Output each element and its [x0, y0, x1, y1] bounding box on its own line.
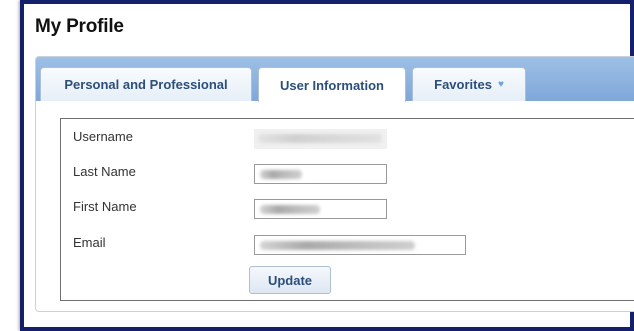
user-information-form: Username Last Name First Name Email Upda…	[60, 118, 634, 301]
first-name-field[interactable]	[254, 199, 387, 219]
email-field[interactable]	[254, 235, 466, 255]
tab-label: Personal and Professional	[64, 77, 228, 92]
page-title: My Profile	[35, 16, 124, 37]
redacted-value	[260, 241, 415, 250]
username-field	[254, 129, 387, 149]
tab-bar: Personal and Professional User Informati…	[36, 57, 634, 102]
profile-card: Personal and Professional User Informati…	[35, 56, 634, 312]
redacted-value	[260, 205, 320, 214]
tab-label: User Information	[279, 77, 384, 93]
update-button[interactable]: Update	[249, 266, 331, 294]
tab-personal-and-professional[interactable]: Personal and Professional	[40, 67, 252, 101]
username-label: Username	[73, 129, 133, 144]
redacted-value	[258, 134, 382, 143]
last-name-field[interactable]	[254, 164, 387, 184]
email-label: Email	[73, 235, 106, 250]
tab-favorites[interactable]: Favorites ♥	[412, 67, 526, 101]
tab-label: Favorites	[434, 77, 492, 92]
redacted-value	[260, 170, 302, 179]
heart-icon: ♥	[497, 79, 504, 90]
tab-user-information[interactable]: User Information	[258, 67, 406, 102]
last-name-label: Last Name	[73, 164, 136, 179]
first-name-label: First Name	[73, 199, 137, 214]
screenshot-frame: My Profile Personal and Professional Use…	[20, 0, 634, 331]
